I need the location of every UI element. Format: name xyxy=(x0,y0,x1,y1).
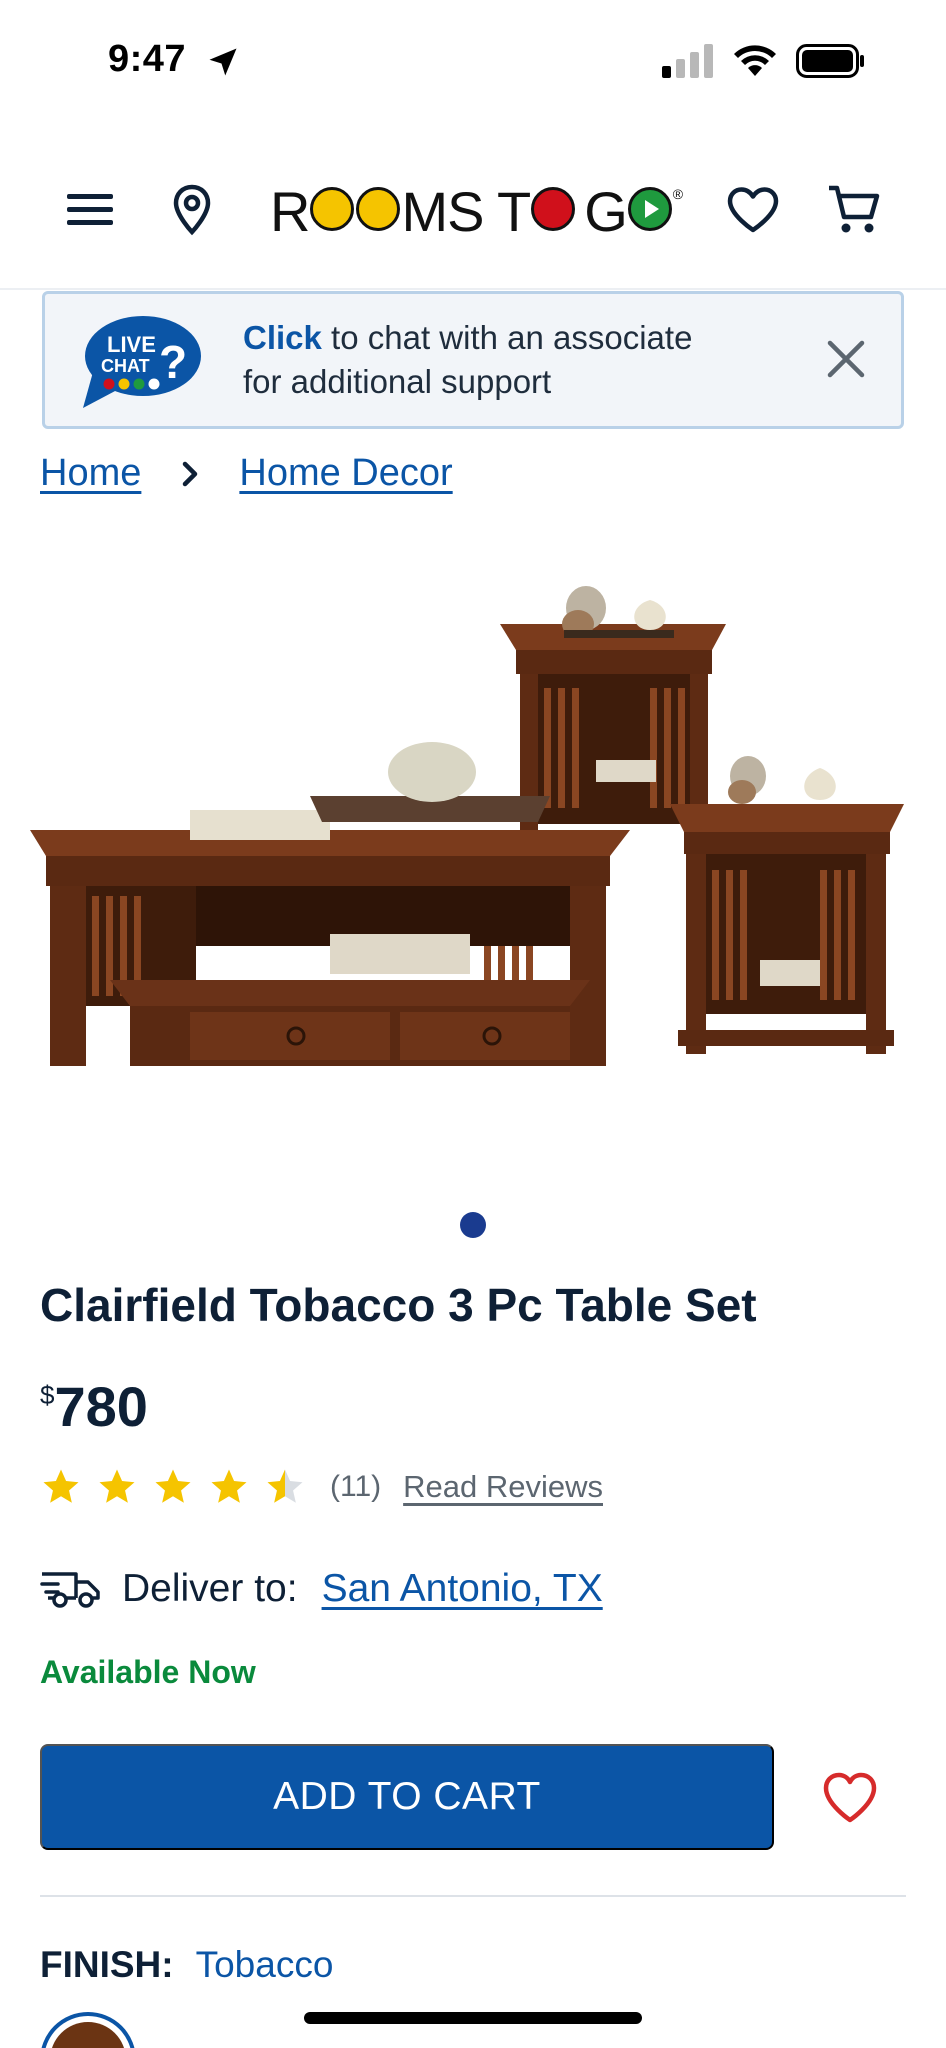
chat-click-link[interactable]: Click xyxy=(243,319,322,356)
read-reviews-link[interactable]: Read Reviews xyxy=(403,1469,603,1505)
finish-swatch-tobacco[interactable] xyxy=(40,2012,136,2048)
star-rating[interactable] xyxy=(40,1466,306,1508)
breadcrumb-home[interactable]: Home xyxy=(40,452,141,495)
close-icon[interactable] xyxy=(821,334,871,384)
rooms-to-go-logo[interactable]: R MS T G ® xyxy=(270,178,683,244)
section-divider xyxy=(40,1895,906,1897)
location-arrow-icon xyxy=(209,48,237,76)
finish-row: FINISH: Tobacco xyxy=(40,1944,333,1986)
chevron-right-icon xyxy=(183,461,198,486)
carousel-dot-active[interactable] xyxy=(460,1212,486,1238)
cellular-signal-icon xyxy=(662,44,713,78)
product-price: $780 xyxy=(40,1374,148,1439)
status-time: 9:47 xyxy=(108,38,187,80)
menu-button[interactable] xyxy=(60,180,120,240)
price-amount: 780 xyxy=(54,1375,148,1438)
chat-text: Click to chat with an associate for addi… xyxy=(243,316,692,404)
battery-icon xyxy=(796,44,864,78)
status-indicators xyxy=(662,44,866,78)
delivery-truck-icon xyxy=(40,1572,100,1608)
chat-text-line2: for additional support xyxy=(243,363,552,400)
store-locator-button[interactable] xyxy=(162,180,222,240)
breadcrumb-home-decor[interactable]: Home Decor xyxy=(239,452,452,495)
finish-value: Tobacco xyxy=(195,1944,334,1985)
star-full-icon xyxy=(155,1469,191,1503)
availability-status: Available Now xyxy=(40,1654,256,1690)
chat-bubble-line2: CHAT xyxy=(101,356,150,376)
review-count: (11) xyxy=(330,1470,382,1503)
live-chat-icon: LIVE CHAT ? xyxy=(83,316,201,408)
location-pin-icon xyxy=(173,184,211,236)
add-to-cart-button[interactable]: ADD TO CART xyxy=(40,1744,774,1850)
star-full-icon xyxy=(43,1469,79,1503)
cart-button[interactable] xyxy=(824,180,884,240)
wifi-icon xyxy=(734,45,776,76)
chat-text-rest: to chat with an associate xyxy=(321,319,693,356)
star-half-icon xyxy=(267,1469,303,1503)
shopping-cart-icon xyxy=(829,185,880,233)
wishlist-button[interactable] xyxy=(723,180,783,240)
add-to-favorites-heart-icon[interactable] xyxy=(820,1768,880,1828)
rating-row: (11) Read Reviews xyxy=(40,1466,603,1508)
delivery-row: Deliver to: San Antonio, TX xyxy=(40,1566,603,1612)
product-image[interactable] xyxy=(30,560,916,1120)
status-bar: 9:47 xyxy=(0,0,946,130)
deliver-label: Deliver to: xyxy=(122,1567,298,1610)
star-full-icon xyxy=(211,1469,247,1503)
deliver-location-link[interactable]: San Antonio, TX xyxy=(322,1567,603,1611)
chat-bubble-line1: LIVE xyxy=(107,332,156,357)
live-chat-banner[interactable]: LIVE CHAT ? Click to chat with an associ… xyxy=(42,291,904,429)
heart-icon xyxy=(727,187,779,233)
hamburger-menu-icon xyxy=(67,194,113,225)
swatch-color xyxy=(50,2022,126,2048)
site-header: R MS T G ® xyxy=(0,150,946,290)
home-indicator[interactable] xyxy=(304,2012,642,2024)
finish-label: FINISH: xyxy=(40,1944,174,1985)
star-full-icon xyxy=(99,1469,135,1503)
price-currency: $ xyxy=(40,1380,55,1410)
chat-bubble-mark: ? xyxy=(159,336,187,388)
breadcrumb: Home Home Decor xyxy=(40,452,453,495)
product-title: Clairfield Tobacco 3 Pc Table Set xyxy=(40,1279,757,1331)
